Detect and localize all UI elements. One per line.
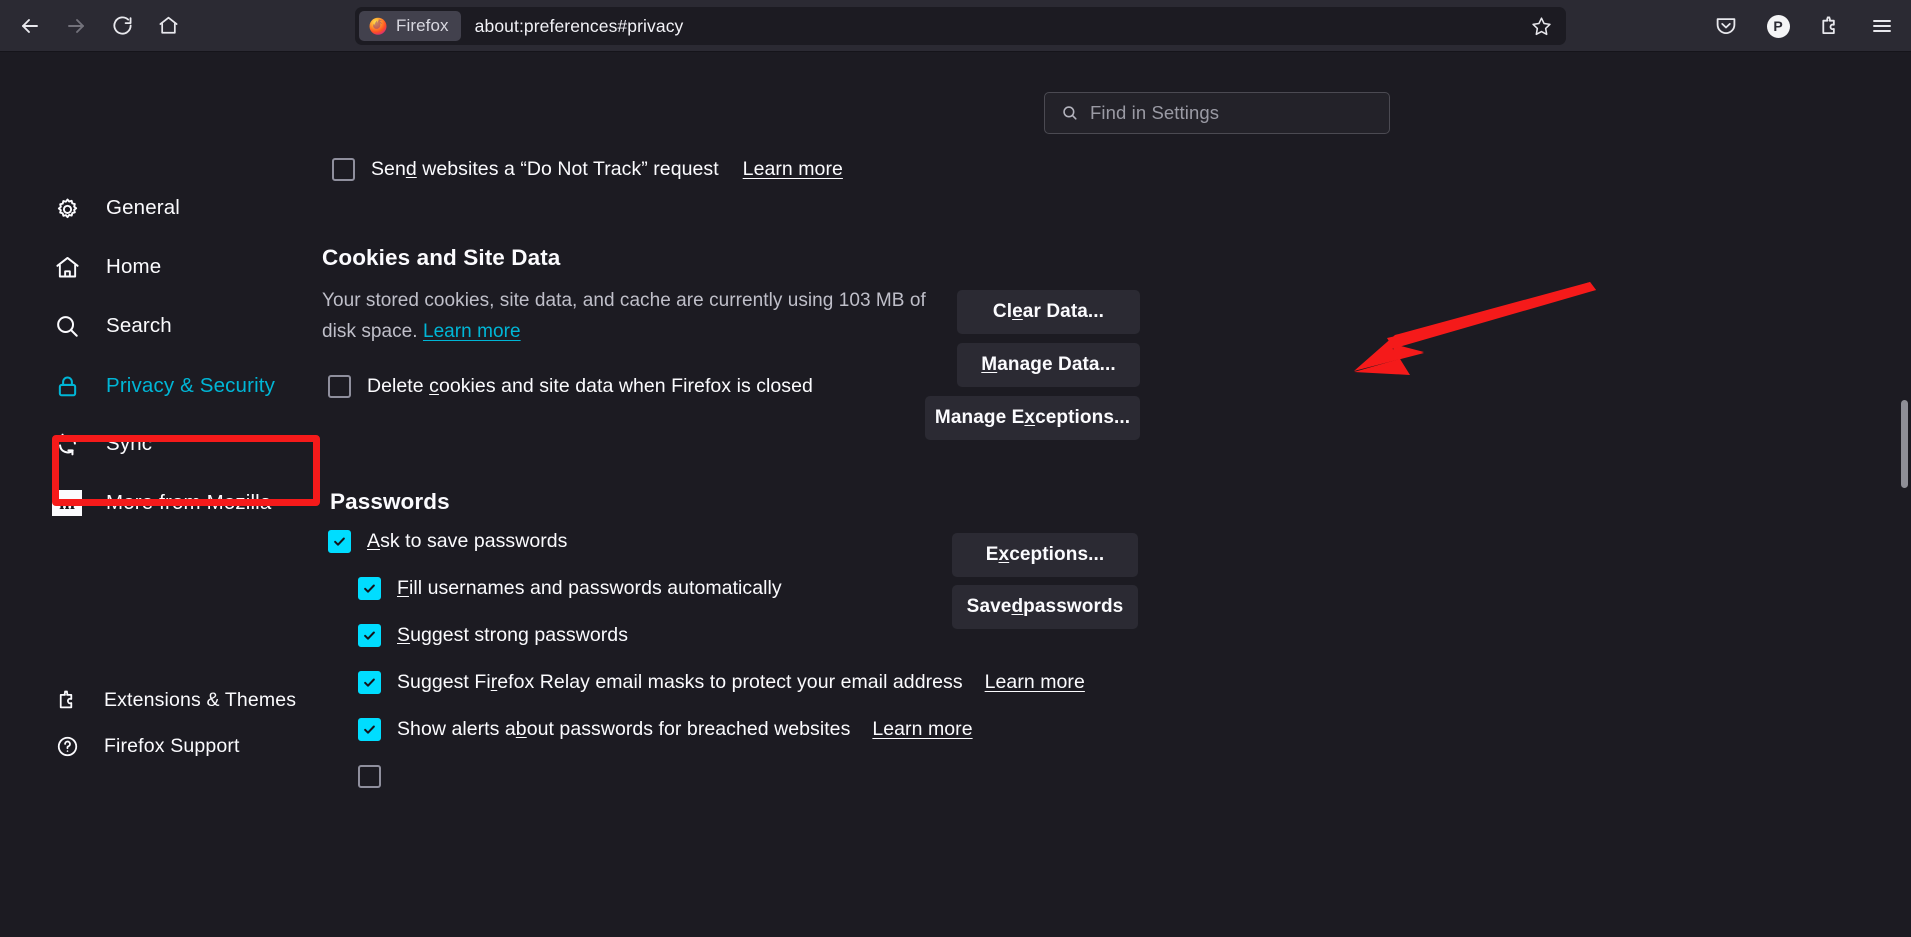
next-setting-row-partial[interactable] bbox=[358, 765, 381, 788]
manage-exceptions-button[interactable]: Manage Exceptions... bbox=[925, 396, 1140, 440]
sidebar-item-label: General bbox=[106, 196, 180, 220]
home-icon bbox=[52, 252, 82, 282]
avatar: P bbox=[1767, 15, 1790, 38]
fill-usernames-checkbox[interactable] bbox=[358, 577, 381, 600]
firefox-relay-masks-checkbox[interactable] bbox=[358, 671, 381, 694]
do-not-track-checkbox[interactable] bbox=[332, 158, 355, 181]
manage-data-button[interactable]: Manage Data... bbox=[957, 343, 1140, 387]
firefox-logo-icon bbox=[368, 16, 388, 36]
sidebar-item-label: Firefox Support bbox=[104, 735, 240, 758]
sidebar-item-label: Extensions & Themes bbox=[104, 689, 296, 712]
passwords-section-title: Passwords bbox=[330, 489, 450, 515]
settings-sidebar: General Home Search bbox=[0, 52, 380, 937]
firefox-relay-masks-row[interactable]: Suggest Firefox Relay email masks to pro… bbox=[358, 671, 1085, 694]
profile-button[interactable]: P bbox=[1759, 7, 1797, 45]
sidebar-item-more-from-mozilla[interactable]: m More from Mozilla bbox=[52, 483, 271, 523]
firefox-relay-masks-label: Suggest Firefox Relay email masks to pro… bbox=[397, 671, 963, 694]
reload-button[interactable] bbox=[102, 6, 142, 46]
puzzle-icon bbox=[52, 685, 82, 715]
forward-button[interactable] bbox=[56, 6, 96, 46]
privacy-settings-content: Send websites a “Do Not Track” request L… bbox=[380, 52, 1911, 937]
firefox-page-chip[interactable]: Firefox bbox=[359, 11, 461, 41]
sidebar-item-label: Privacy & Security bbox=[106, 374, 275, 398]
firefox-chip-label: Firefox bbox=[396, 16, 449, 36]
extensions-icon[interactable] bbox=[1811, 7, 1849, 45]
sidebar-item-home[interactable]: Home bbox=[52, 247, 161, 287]
next-setting-checkbox-partial[interactable] bbox=[358, 765, 381, 788]
firefox-relay-learn-more-link[interactable]: Learn more bbox=[985, 671, 1085, 694]
suggest-strong-passwords-checkbox[interactable] bbox=[358, 624, 381, 647]
sync-icon bbox=[52, 429, 82, 459]
saved-passwords-button[interactable]: Saved passwords bbox=[952, 585, 1138, 629]
cookies-learn-more-link[interactable]: Learn more bbox=[423, 321, 521, 342]
password-exceptions-button[interactable]: Exceptions... bbox=[952, 533, 1138, 577]
back-button[interactable] bbox=[10, 6, 50, 46]
mozilla-m-icon: m bbox=[52, 488, 82, 518]
browser-toolbar: Firefox about:preferences#privacy P bbox=[0, 0, 1911, 52]
sidebar-item-privacy-security[interactable]: Privacy & Security bbox=[52, 366, 275, 406]
suggest-strong-passwords-label: Suggest strong passwords bbox=[397, 624, 628, 647]
cookies-description: Your stored cookies, site data, and cach… bbox=[322, 285, 942, 347]
delete-cookies-on-close-label: Delete cookies and site data when Firefo… bbox=[367, 375, 813, 398]
sidebar-item-label: Home bbox=[106, 255, 161, 279]
gear-icon bbox=[52, 193, 82, 223]
do-not-track-learn-more-link[interactable]: Learn more bbox=[743, 158, 843, 181]
suggest-strong-passwords-row[interactable]: Suggest strong passwords bbox=[358, 624, 628, 647]
delete-cookies-on-close-checkbox[interactable] bbox=[328, 375, 351, 398]
sidebar-item-firefox-support[interactable]: Firefox Support bbox=[52, 726, 240, 766]
do-not-track-row[interactable]: Send websites a “Do Not Track” request L… bbox=[332, 158, 843, 181]
breach-alerts-checkbox[interactable] bbox=[358, 718, 381, 741]
sidebar-item-general[interactable]: General bbox=[52, 188, 180, 228]
breach-alerts-label: Show alerts about passwords for breached… bbox=[397, 718, 850, 741]
cookies-section-title: Cookies and Site Data bbox=[322, 245, 560, 271]
breach-alerts-learn-more-link[interactable]: Learn more bbox=[872, 718, 972, 741]
sidebar-item-search[interactable]: Search bbox=[52, 306, 172, 346]
fill-usernames-row[interactable]: Fill usernames and passwords automatical… bbox=[358, 577, 782, 600]
fill-usernames-label: Fill usernames and passwords automatical… bbox=[397, 577, 782, 600]
preferences-page: Find in Settings General Home bbox=[0, 52, 1911, 937]
ask-to-save-passwords-checkbox[interactable] bbox=[328, 530, 351, 553]
app-menu-icon[interactable] bbox=[1863, 7, 1901, 45]
sidebar-item-sync[interactable]: Sync bbox=[52, 424, 152, 464]
sidebar-item-label: Sync bbox=[106, 432, 152, 456]
pocket-icon[interactable] bbox=[1707, 7, 1745, 45]
ask-to-save-passwords-row[interactable]: Ask to save passwords bbox=[328, 530, 567, 553]
lock-icon bbox=[52, 371, 82, 401]
url-text[interactable]: about:preferences#privacy bbox=[475, 16, 684, 37]
sidebar-item-label: More from Mozilla bbox=[106, 491, 271, 515]
ask-to-save-passwords-label: Ask to save passwords bbox=[367, 530, 567, 553]
search-icon bbox=[52, 311, 82, 341]
delete-cookies-on-close-row[interactable]: Delete cookies and site data when Firefo… bbox=[328, 375, 813, 398]
sidebar-item-label: Search bbox=[106, 314, 172, 338]
url-bar[interactable]: Firefox about:preferences#privacy bbox=[355, 7, 1566, 45]
breach-alerts-row[interactable]: Show alerts about passwords for breached… bbox=[358, 718, 973, 741]
do-not-track-label: Send websites a “Do Not Track” request bbox=[371, 158, 719, 181]
page-scrollbar-thumb[interactable] bbox=[1901, 400, 1908, 488]
toolbar-right-group: P bbox=[1707, 7, 1901, 45]
home-button[interactable] bbox=[148, 6, 188, 46]
clear-data-button[interactable]: Clear Data... bbox=[957, 290, 1140, 334]
star-icon[interactable] bbox=[1526, 13, 1556, 39]
question-icon bbox=[52, 731, 82, 761]
sidebar-item-extensions-themes[interactable]: Extensions & Themes bbox=[52, 680, 296, 720]
